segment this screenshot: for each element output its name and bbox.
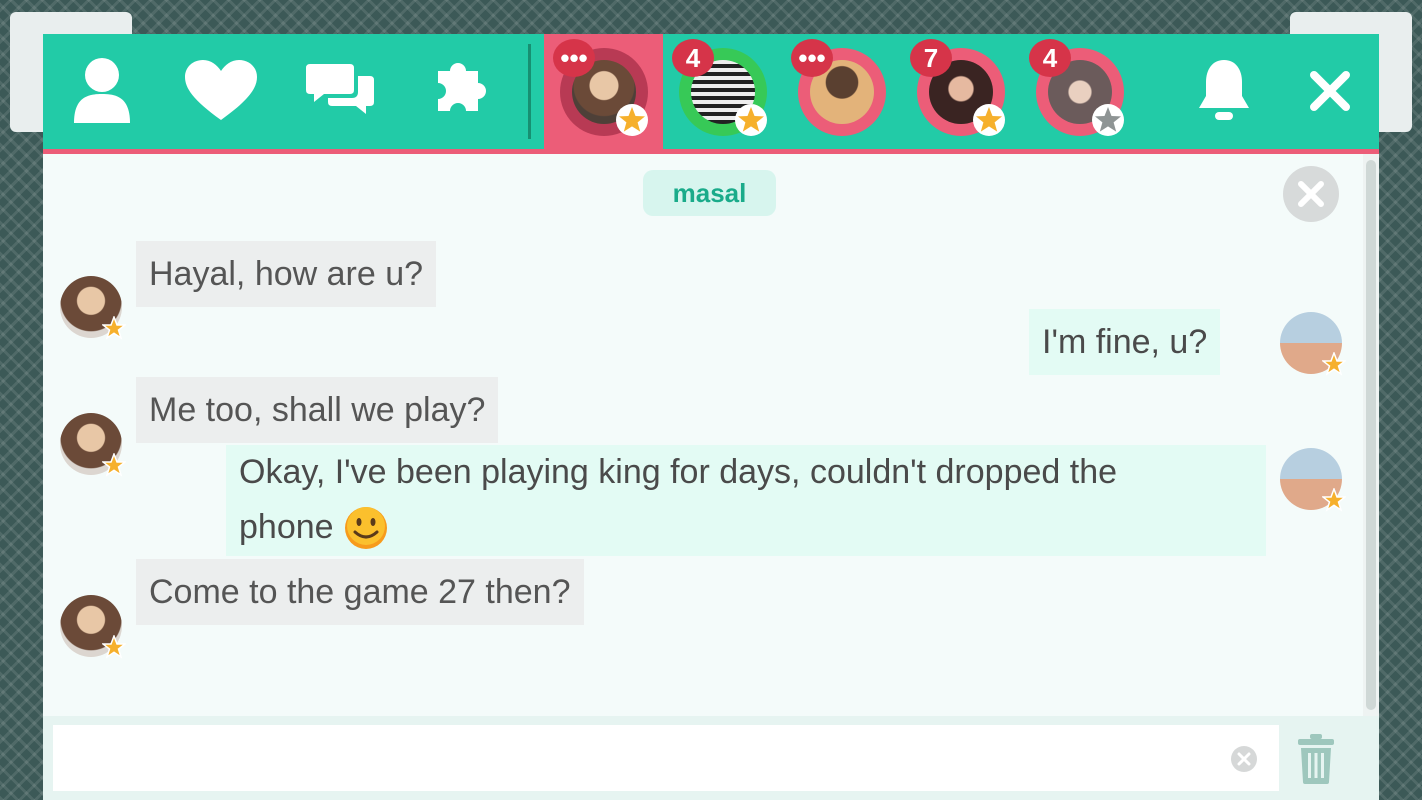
conversation-avatar-2[interactable]: 4 xyxy=(672,39,770,139)
favorites-heart-icon[interactable] xyxy=(184,54,258,128)
clear-input-button[interactable] xyxy=(1231,746,1257,772)
own-avatar xyxy=(1280,312,1346,376)
message-text: phone xyxy=(239,508,334,546)
gold-star-icon xyxy=(735,104,767,136)
message-text-line: phone xyxy=(239,500,1253,555)
unread-count-badge: 4 xyxy=(672,39,714,77)
conversation-avatar-1[interactable]: ••• xyxy=(553,39,651,139)
clear-icon xyxy=(1237,752,1251,766)
smiley-emoji-icon xyxy=(344,506,387,549)
delete-trash-icon[interactable] xyxy=(1296,734,1336,784)
typing-badge: ••• xyxy=(553,39,595,77)
gold-star-icon xyxy=(102,316,126,340)
message-input[interactable] xyxy=(53,725,1279,791)
message-bubble-incoming: Hayal, how are u? xyxy=(136,241,437,307)
sender-avatar xyxy=(60,595,126,659)
unread-count-badge: 7 xyxy=(910,39,952,77)
unread-count-badge: 4 xyxy=(1029,39,1071,77)
conversation-avatar-5[interactable]: 4 xyxy=(1029,39,1127,139)
message-bubble-incoming: Come to the game 27 then? xyxy=(136,559,584,625)
top-bar: ••• 4 ••• 7 4 xyxy=(43,34,1379,154)
close-icon xyxy=(1298,181,1324,207)
gray-star-icon xyxy=(1092,104,1124,136)
chat-panel: ••• 4 ••• 7 4 masal Hayal, how are u? I'… xyxy=(43,34,1379,800)
scrollbar-thumb[interactable] xyxy=(1366,160,1376,710)
nav-divider xyxy=(528,44,531,139)
message-input-bar xyxy=(43,716,1379,800)
message-text-line: Okay, I've been playing king for days, c… xyxy=(239,453,1118,491)
chat-username: masal xyxy=(643,170,776,216)
gold-star-icon xyxy=(616,104,648,136)
games-puzzle-icon[interactable] xyxy=(421,54,495,128)
close-chat-button[interactable] xyxy=(1283,166,1339,222)
gold-star-icon xyxy=(973,104,1005,136)
gold-star-icon xyxy=(102,453,126,477)
profile-person-icon[interactable] xyxy=(65,54,139,128)
messages-chat-icon[interactable] xyxy=(303,54,377,128)
chat-messages-area: masal Hayal, how are u? I'm fine, u? Me … xyxy=(43,154,1379,716)
gold-star-icon xyxy=(102,635,126,659)
sender-avatar xyxy=(60,276,126,340)
typing-badge: ••• xyxy=(791,39,833,77)
gold-star-icon xyxy=(1322,488,1346,512)
message-bubble-outgoing: I'm fine, u? xyxy=(1029,309,1221,375)
notification-bell-icon[interactable] xyxy=(1187,54,1261,128)
close-panel-icon[interactable] xyxy=(1293,54,1367,128)
message-bubble-incoming: Me too, shall we play? xyxy=(136,377,499,443)
conversation-avatar-3[interactable]: ••• xyxy=(791,39,889,139)
own-avatar xyxy=(1280,448,1346,512)
conversation-avatar-4[interactable]: 7 xyxy=(910,39,1008,139)
sender-avatar xyxy=(60,413,126,477)
gold-star-icon xyxy=(1322,352,1346,376)
message-bubble-outgoing: Okay, I've been playing king for days, c… xyxy=(226,445,1266,556)
